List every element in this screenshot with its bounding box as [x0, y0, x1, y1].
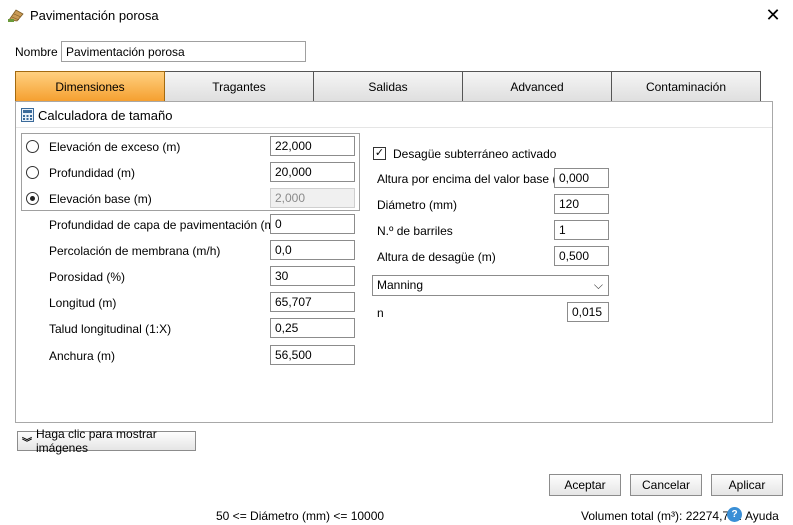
- method-select-value: Manning: [377, 278, 424, 292]
- name-label: Nombre: [15, 45, 58, 59]
- porosity-input[interactable]: [270, 266, 355, 286]
- longitudinal-slope-input[interactable]: [270, 318, 355, 338]
- radio-depth[interactable]: [26, 166, 39, 179]
- longitudinal-slope-label: Talud longitudinal (1:X): [49, 322, 172, 336]
- diameter-label: Diámetro (mm): [377, 198, 457, 212]
- method-select[interactable]: Manning ⌵: [372, 275, 609, 296]
- barrels-input[interactable]: [554, 220, 609, 240]
- name-input[interactable]: [61, 41, 306, 62]
- paving-layer-depth-label: Profundidad de capa de pavimentación (mm…: [49, 218, 289, 232]
- window-title: Pavimentación porosa: [30, 8, 159, 23]
- title-bar: Pavimentación porosa ✕: [0, 0, 793, 32]
- porosity-label: Porosidad (%): [49, 270, 126, 284]
- tab-dimensiones[interactable]: Dimensiones: [15, 71, 165, 102]
- length-label: Longitud (m): [49, 296, 117, 310]
- depth-input[interactable]: [270, 162, 355, 182]
- underdrain-checkbox[interactable]: ✓: [373, 147, 386, 160]
- cancel-button[interactable]: Cancelar: [630, 474, 702, 496]
- porous-pavement-icon: [8, 9, 24, 22]
- radio-base-elevation[interactable]: [26, 192, 39, 205]
- close-icon[interactable]: ✕: [761, 4, 785, 26]
- length-input[interactable]: [270, 292, 355, 312]
- barrels-label: N.º de barriles: [377, 224, 453, 238]
- membrane-percolation-input[interactable]: [270, 240, 355, 260]
- excess-elevation-input[interactable]: [270, 136, 355, 156]
- drain-height-label: Altura de desagüe (m): [377, 250, 496, 264]
- tab-salidas[interactable]: Salidas: [314, 71, 463, 102]
- dimensions-panel: Calculadora de tamaño Elevación de exces…: [15, 101, 773, 423]
- diameter-input[interactable]: [554, 194, 609, 214]
- radio-excess-elevation[interactable]: [26, 140, 39, 153]
- tab-bar: Dimensiones Tragantes Salidas Advanced C…: [15, 71, 761, 102]
- tab-tragantes[interactable]: Tragantes: [165, 71, 314, 102]
- depth-label: Profundidad (m): [49, 166, 136, 180]
- tab-advanced[interactable]: Advanced: [463, 71, 612, 102]
- n-label: n: [377, 306, 384, 320]
- calculator-icon: [21, 108, 34, 122]
- help-icon[interactable]: ?: [727, 507, 742, 522]
- base-elevation-label: Elevación base (m): [49, 192, 152, 206]
- apply-button[interactable]: Aplicar: [711, 474, 783, 496]
- show-images-label: Haga clic para mostrar imágenes: [36, 427, 157, 455]
- size-calculator-label: Calculadora de tamaño: [38, 108, 173, 123]
- paving-layer-depth-input[interactable]: [270, 214, 355, 234]
- n-input[interactable]: [567, 302, 609, 322]
- tab-contaminacion[interactable]: Contaminación: [612, 71, 761, 102]
- base-elevation-input: [270, 188, 355, 208]
- size-calculator-header[interactable]: Calculadora de tamaño: [16, 102, 772, 128]
- excess-elevation-label: Elevación de exceso (m): [49, 140, 181, 154]
- membrane-percolation-label: Percolación de membrana (m/h): [49, 244, 221, 258]
- height-above-base-label: Altura por encima del valor base (m): [377, 172, 571, 186]
- diameter-constraint-text: 50 <= Diámetro (mm) <= 10000: [216, 509, 385, 523]
- accept-button[interactable]: Aceptar: [549, 474, 621, 496]
- drain-height-input[interactable]: [554, 246, 609, 266]
- help-link[interactable]: Ayuda: [745, 509, 779, 523]
- width-label: Anchura (m): [49, 349, 116, 363]
- chevron-down-icon: ⌵: [593, 278, 603, 292]
- double-chevron-down-icon: ︾: [22, 437, 32, 449]
- total-volume-text: Volumen total (m³): 22274,711: [581, 509, 742, 523]
- height-above-base-input[interactable]: [554, 168, 609, 188]
- underdrain-label: Desagüe subterráneo activado: [393, 147, 557, 161]
- width-input[interactable]: [270, 345, 355, 365]
- show-images-button[interactable]: ︾ Haga clic para mostrar imágenes: [17, 427, 196, 455]
